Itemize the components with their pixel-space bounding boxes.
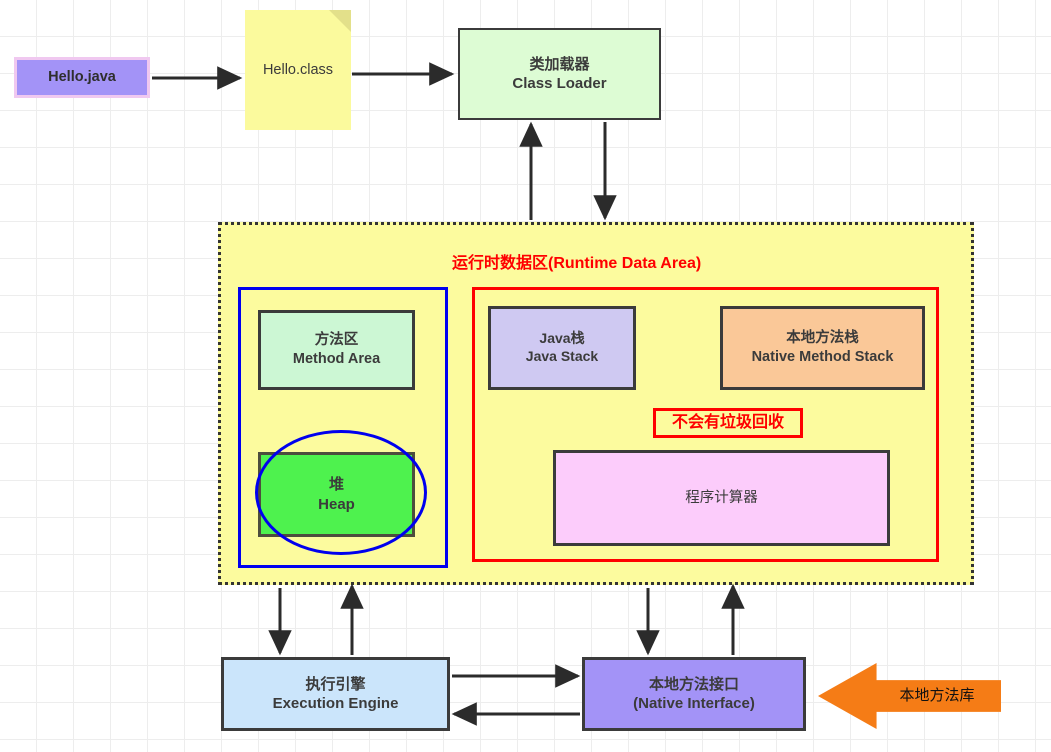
program-counter-box[interactable]: 程序计算器	[553, 450, 890, 546]
class-loader-label-en: Class Loader	[512, 75, 607, 92]
java-stack-label-cn: Java栈	[539, 330, 585, 347]
execution-engine-label-en: Execution Engine	[272, 695, 399, 712]
page-fold-icon	[329, 10, 351, 32]
execution-engine-box[interactable]: 执行引擎 Execution Engine	[221, 657, 450, 731]
class-loader-box[interactable]: 类加载器 Class Loader	[458, 28, 661, 120]
jvm-architecture-diagram: 运行时数据区(Runtime Data Area) Hello.java Hel…	[0, 0, 1051, 752]
native-library-arrow: 本地方法库	[818, 663, 1001, 729]
method-area-label-cn: 方法区	[314, 332, 359, 349]
native-method-stack-box[interactable]: 本地方法栈 Native Method Stack	[720, 306, 925, 390]
native-interface-label-cn: 本地方法接口	[648, 675, 739, 693]
method-area-label-en: Method Area	[292, 351, 381, 367]
no-garbage-collection-note: 不会有垃圾回收	[653, 408, 803, 438]
class-loader-label-cn: 类加载器	[529, 55, 590, 73]
program-counter-label-cn: 程序计算器	[685, 489, 758, 506]
hello-java-label: Hello.java	[48, 69, 116, 86]
native-method-stack-label-cn: 本地方法栈	[786, 330, 859, 347]
native-library-label: 本地方法库	[899, 687, 975, 705]
execution-engine-label-cn: 执行引擎	[305, 675, 366, 693]
heap-label-en: Heap	[318, 495, 355, 513]
hello-class-label: Hello.class	[262, 61, 334, 78]
heap-box[interactable]: 堆 Heap	[258, 452, 415, 537]
runtime-data-area-title: 运行时数据区(Runtime Data Area)	[452, 254, 702, 272]
no-gc-label: 不会有垃圾回收	[671, 413, 784, 431]
native-interface-label-en: (Native Interface)	[633, 695, 755, 712]
hello-java-source-box[interactable]: Hello.java	[14, 57, 150, 98]
java-stack-label-en: Java Stack	[525, 348, 599, 364]
java-stack-box[interactable]: Java栈 Java Stack	[488, 306, 636, 390]
hello-class-file-shape[interactable]: Hello.class	[245, 10, 351, 130]
heap-label-cn: 堆	[328, 476, 344, 494]
native-interface-box[interactable]: 本地方法接口 (Native Interface)	[582, 657, 806, 731]
method-area-box[interactable]: 方法区 Method Area	[258, 310, 415, 390]
native-method-stack-label-en: Native Method Stack	[751, 349, 894, 365]
